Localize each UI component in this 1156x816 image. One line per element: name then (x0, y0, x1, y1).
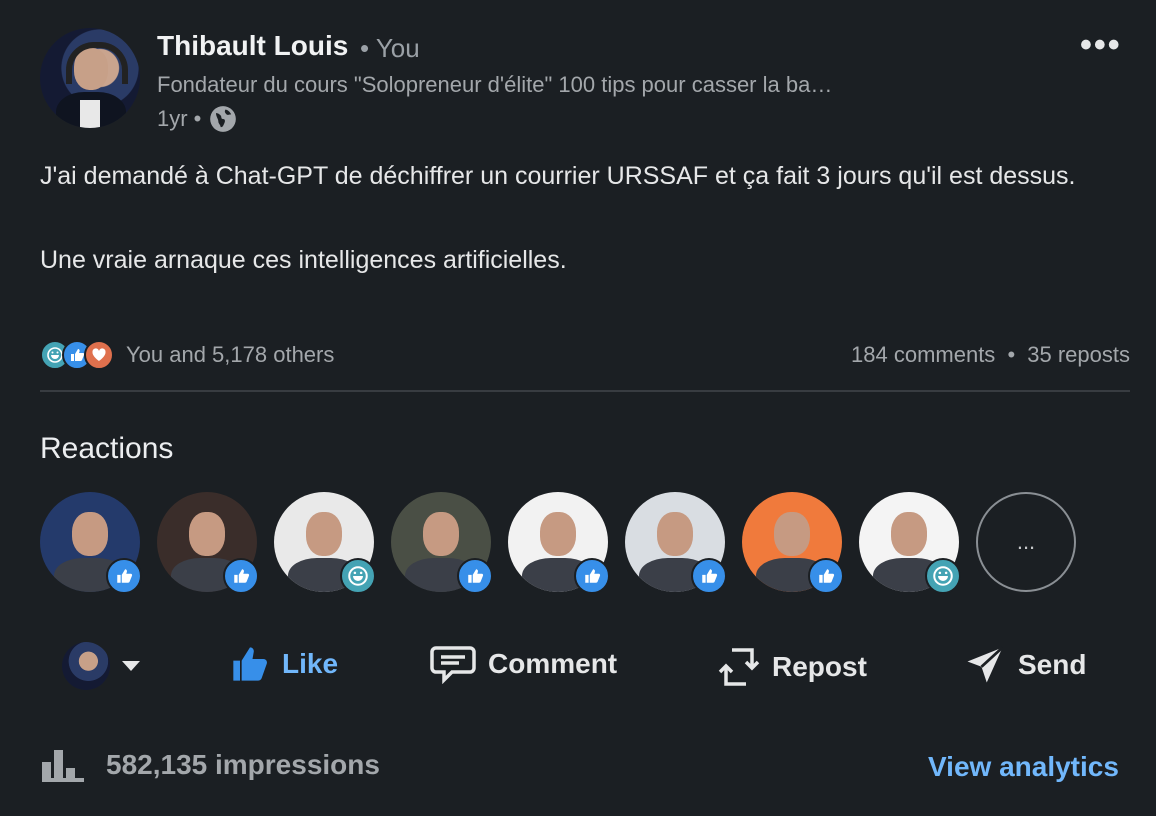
funny-badge-icon (340, 558, 376, 594)
like-badge-icon (223, 558, 259, 594)
like-button[interactable]: Like (230, 644, 338, 684)
author-relation: • You (360, 33, 420, 63)
social-counts: You and 5,178 others 184 comments • 35 r… (40, 338, 1130, 372)
chevron-down-icon (122, 661, 140, 671)
post-meta: 1yr • (157, 105, 237, 133)
view-analytics-link[interactable]: View analytics (928, 751, 1119, 783)
like-badge-icon (457, 558, 493, 594)
post-line-1: J'ai demandé à Chat-GPT de déchiffrer un… (40, 162, 1076, 190)
like-label: Like (282, 648, 339, 679)
reactor[interactable] (742, 492, 844, 594)
like-badge-icon (106, 558, 142, 594)
comment-label: Comment (488, 648, 618, 679)
comment-button[interactable]: Comment (430, 644, 617, 684)
divider (40, 390, 1130, 392)
reactor[interactable] (508, 492, 610, 594)
like-badge-icon (574, 558, 610, 594)
action-bar: Like Comment Repost Send (0, 636, 1156, 700)
reaction-icons (40, 340, 114, 370)
like-badge-icon (808, 558, 844, 594)
reactor[interactable] (391, 492, 493, 594)
repost-icon (718, 648, 760, 686)
reactor[interactable] (859, 492, 961, 594)
repost-label: Repost (772, 651, 867, 682)
reactions-count: You and 5,178 others (126, 342, 335, 367)
actor-avatar (62, 642, 110, 690)
post-time: 1yr • (157, 106, 202, 131)
comment-icon (430, 646, 476, 684)
repost-button[interactable]: Repost (718, 644, 867, 690)
thumbs-up-icon (233, 647, 267, 681)
more-reactors-button[interactable]: ... (976, 492, 1076, 592)
send-label: Send (1018, 649, 1087, 680)
post-line-2: Une vraie arnaque ces intelligences arti… (40, 246, 567, 274)
reactor[interactable] (40, 492, 142, 594)
send-button[interactable]: Send (964, 644, 1086, 686)
reposts-count[interactable]: 35 reposts (1027, 342, 1130, 367)
comments-count[interactable]: 184 comments (851, 342, 995, 367)
funny-badge-icon (925, 558, 961, 594)
actor-switcher[interactable] (62, 642, 142, 690)
bar-chart-icon (42, 750, 84, 782)
impressions-count: 582,135 impressions (106, 749, 380, 780)
reactor[interactable] (274, 492, 376, 594)
more-options-icon[interactable]: ••• (1080, 26, 1122, 65)
reactions-summary[interactable]: You and 5,178 others (40, 340, 334, 370)
globe-icon (210, 106, 237, 132)
reactor[interactable] (157, 492, 259, 594)
reactions-title: Reactions (40, 432, 174, 465)
like-badge-icon (691, 558, 727, 594)
love-reaction-icon (84, 340, 114, 370)
post-text: J'ai demandé à Chat-GPT de déchiffrer un… (40, 155, 1120, 281)
separator-dot: • (1007, 342, 1016, 367)
author-avatar[interactable] (40, 28, 140, 128)
author-name[interactable]: Thibault Louis (157, 30, 348, 62)
send-icon (967, 646, 1004, 683)
comments-reposts: 184 comments • 35 reposts (851, 342, 1130, 368)
author-headline: Fondateur du cours "Solopreneur d'élite"… (157, 72, 833, 97)
reactor[interactable] (625, 492, 727, 594)
impressions: 582,135 impressions (40, 748, 380, 782)
post-card: Thibault Louis • You Fondateur du cours … (0, 0, 1156, 816)
